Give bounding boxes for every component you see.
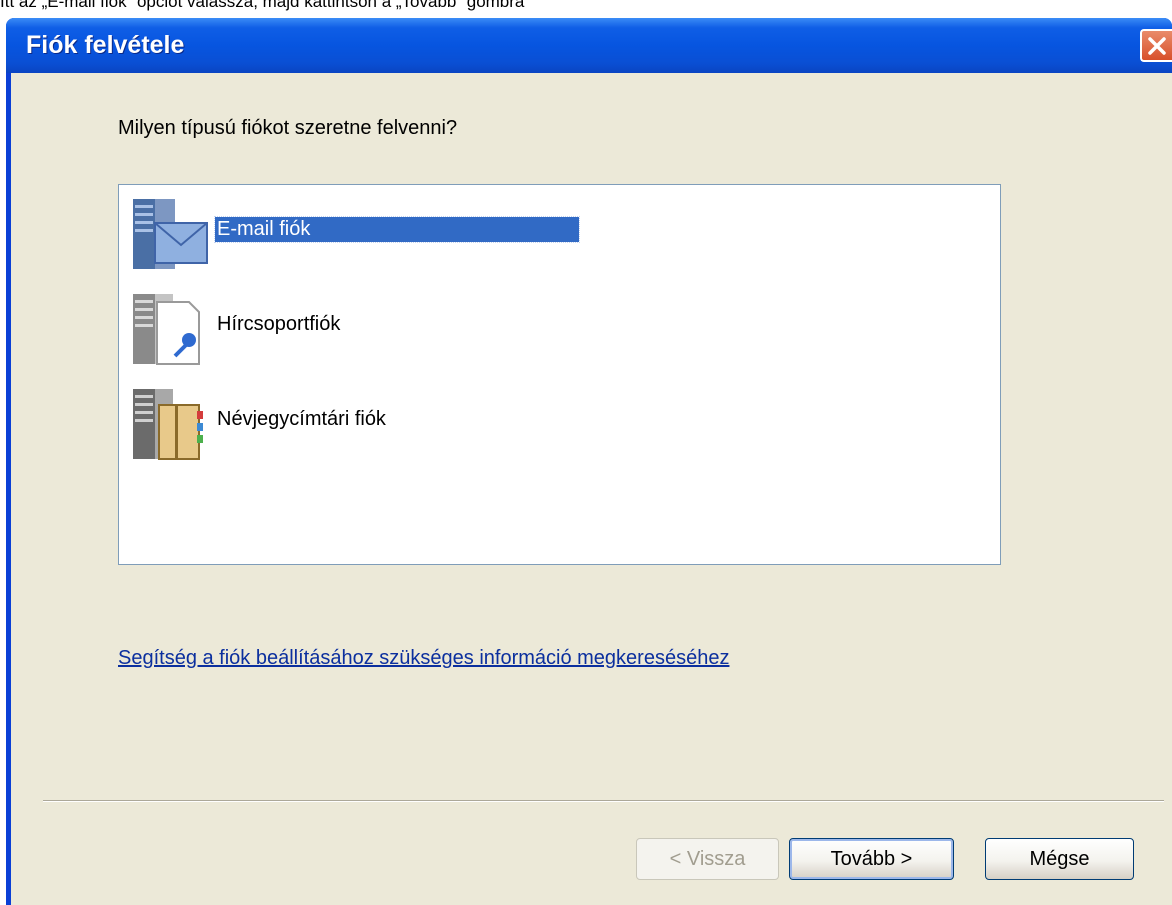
directory-server-icon bbox=[133, 389, 203, 460]
dialog-title: Fiók felvétele bbox=[26, 31, 185, 59]
next-button[interactable]: Tovább > bbox=[789, 838, 954, 880]
cancel-button[interactable]: Mégse bbox=[985, 838, 1134, 880]
close-button[interactable] bbox=[1140, 29, 1172, 62]
instruction-caption: Itt az „E-mail fiók” opciót válassza, ma… bbox=[0, 0, 525, 11]
account-type-list[interactable]: E-mail fiók Hírcsoportfiók Névjegycímtár… bbox=[118, 184, 1001, 565]
account-type-question: Milyen típusú fiókot szeretne felvenni? bbox=[118, 117, 458, 139]
back-button[interactable]: < Vissza bbox=[636, 838, 779, 880]
newsgroup-server-icon bbox=[133, 294, 200, 365]
add-account-dialog: Fiók felvétele Milyen típusú fiókot szer… bbox=[6, 18, 1172, 905]
list-item-directory-account[interactable]: Névjegycímtári fiók bbox=[131, 387, 601, 463]
newsgroup-account-label: Hírcsoportfiók bbox=[217, 313, 341, 335]
title-bar[interactable]: Fiók felvétele bbox=[6, 18, 1172, 73]
list-item-email-account[interactable]: E-mail fiók bbox=[131, 197, 601, 273]
email-account-label: E-mail fiók bbox=[214, 216, 580, 243]
list-item-newsgroup-account[interactable]: Hírcsoportfiók bbox=[131, 292, 601, 368]
help-link[interactable]: Segítség a fiók beállításához szükséges … bbox=[118, 646, 738, 671]
directory-account-label: Névjegycímtári fiók bbox=[217, 408, 386, 430]
separator bbox=[43, 800, 1164, 802]
email-server-icon bbox=[133, 199, 208, 269]
close-icon bbox=[1148, 37, 1166, 55]
dialog-body: Milyen típusú fiókot szeretne felvenni? … bbox=[11, 73, 1172, 905]
